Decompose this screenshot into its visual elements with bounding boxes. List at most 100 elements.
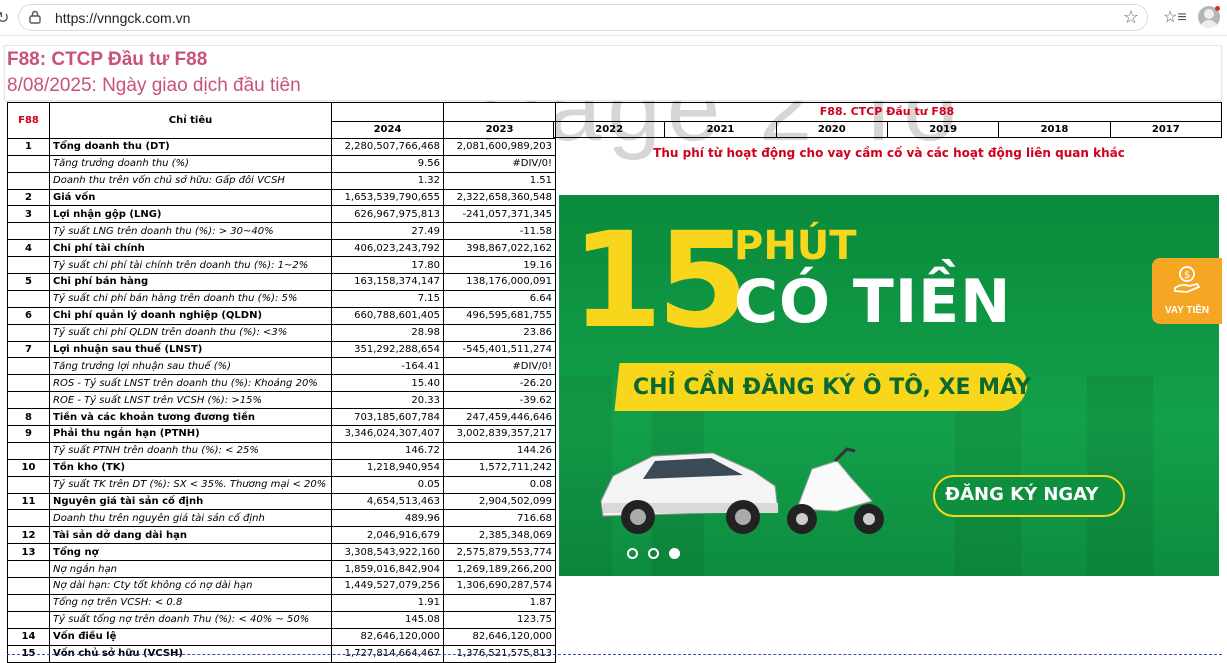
year-header-2020: 2020 [777,122,888,137]
table-row: 7 Lợi nhuận sau thuế (LNST) 351,292,288,65… [7,340,556,359]
value-2023: #DIV/0! [443,154,556,173]
year-header-2019: 2019 [888,122,1000,137]
url-text[interactable]: https://vnngck.com.vn [55,10,190,26]
value-2023: 716.68 [443,509,556,528]
page-content: F88: CTCP Đầu tư F88 8/08/2025: Ngày gia… [0,37,1227,663]
row-label: Phải thu ngắn hạn (PTNH) [49,425,332,443]
row-label: Tồn kho (TK) [49,458,332,477]
table-row: ROE - Tỷ suất LNST trên VCSH (%): >15% 20… [7,391,556,410]
carousel-dots [627,548,680,559]
row-number [7,171,50,190]
value-2024: 1.32 [331,171,444,190]
value-2023: 247,459,446,646 [443,408,556,427]
row-label: Chi phí quản lý doanh nghiệp (QLDN) [49,306,332,325]
row-number: 12 [7,526,50,545]
loan-side-label[interactable]: VAY TIỀN [1152,305,1222,316]
year-header-2023: 2023 [443,121,556,139]
value-2023: 144.26 [443,441,556,460]
value-2023: 2,904,502,099 [443,492,556,511]
year-header-2017: 2017 [1151,124,1180,135]
row-number [7,577,50,595]
value-2024: 146.72 [331,441,444,460]
row-label: Tài sản dở dang dài hạn [49,526,332,545]
row-label: Doanh thu trên vốn chủ sở hữu: Gấp đôi V… [49,171,332,190]
star-icon[interactable]: ☆ [1123,7,1139,28]
row-number: 9 [7,425,50,443]
row-label: ROE - Tỷ suất LNST trên VCSH (%): >15% [49,391,332,410]
carousel-dot-2[interactable] [648,548,659,559]
table-row: 11 Nguyên giá tài sản cố định 4,654,513,46… [7,492,556,511]
motorbike-image [787,447,884,534]
row-number [7,374,50,393]
value-2024: 3,308,543,922,160 [331,543,444,562]
value-2024: 20.33 [331,391,444,410]
value-2024: 7.15 [331,289,444,308]
promo-banner[interactable]: 15 PHÚT CÓ TIỀN CHỈ CẦN ĐĂNG KÝ Ô TÔ, XE… [559,195,1219,576]
banner-pill-text: CHỈ CẦN ĐĂNG KÝ Ô TÔ, XE MÁY [633,375,1031,400]
value-2023: 1,306,690,287,574 [443,577,556,595]
table-row: 2 Giá vốn 1,653,539,790,655 2,322,658,360,5… [7,188,556,207]
value-2023: 2,575,879,553,774 [443,543,556,562]
value-2024: 2,046,916,679 [331,526,444,545]
table-body: 1 Tổng doanh thu (DT) 2,280,507,766,468 2,0… [7,137,556,663]
row-label: Tỷ suất LNG trên doanh thu (%): > 30~40% [49,222,332,241]
carousel-dot-3[interactable] [669,548,680,559]
row-number [7,593,50,612]
row-number: 6 [7,306,50,325]
value-2024: 1.91 [331,593,444,612]
banner-number: 15 [571,204,749,358]
year-grid: F88. CTCP Đầu tư F88 2022 2021 2020 2019… [553,102,1222,138]
value-2024: 15.40 [331,374,444,393]
value-2024: 3,346,024,307,407 [331,425,444,443]
table-row: Doanh thu trên nguyên giá tài sản cố địn… [7,509,556,528]
value-2024: 406,023,243,792 [331,239,444,258]
table-row: Tỷ suất chi phí bán hàng trên doanh thu … [7,289,556,308]
table-row: Nợ dài hạn: Cty tốt không có nợ dài hạn 1… [7,577,556,595]
register-now-label[interactable]: ĐĂNG KÝ NGAY [945,484,1098,505]
value-2024: 82,646,120,000 [331,627,444,646]
table-row: 12 Tài sản dở dang dài hạn 2,046,916,679 2,… [7,526,556,545]
value-2023: 1,572,711,242 [443,458,556,477]
collections-icon[interactable]: ☆≡ [1163,7,1187,27]
row-label: ROS - Tỷ suất LNST trên doanh thu (%): K… [49,374,332,393]
value-2023: 19.16 [443,256,556,275]
row-label: Tỷ suất chi phí bán hàng trên doanh thu … [49,289,332,308]
row-label: Tỷ suất chi phí QLDN trên doanh thu (%):… [49,323,332,342]
table-row: Tăng trưởng lợi nhuận sau thuế (%) -164.4… [7,357,556,376]
row-number: 11 [7,492,50,511]
table-row: 8 Tiền và các khoản tương đương tiền 703,1… [7,408,556,427]
notification-dot [1215,6,1220,11]
car-image [600,452,779,534]
row-number [7,610,50,629]
loan-side-button[interactable]: $ VAY TIỀN [1152,258,1222,324]
row-number [7,154,50,173]
lock-icon[interactable] [29,10,41,24]
row-number [7,323,50,342]
row-number [7,357,50,376]
value-2024: 28.98 [331,323,444,342]
value-2024: 660,788,601,405 [331,306,444,325]
row-number: 1 [7,137,50,156]
ticker-header: F88 [7,102,50,139]
row-label: Tổng doanh thu (DT) [49,137,332,156]
browser-toolbar: ↻ https://vnngck.com.vn ☆ ☆≡ [0,0,1227,36]
table-row: Tỷ suất chi phí tài chính trên doanh thu… [7,256,556,275]
value-2023: -26.20 [443,374,556,393]
table-row: Tỷ suất tổng nợ trên doanh Thu (%): < 40… [7,610,556,629]
value-2023: 3,002,839,357,217 [443,425,556,443]
address-bar[interactable]: https://vnngck.com.vn ☆ [18,4,1148,31]
value-2023: 2,385,348,069 [443,526,556,545]
row-label: Lợi nhận gộp (LNG) [49,205,332,224]
table-row: Tỷ suất LNG trên doanh thu (%): > 30~40%… [7,222,556,241]
row-label: Tỷ suất TK trên DT (%): SX < 35%. Thương… [49,475,332,494]
value-2023: 123.75 [443,610,556,629]
row-number [7,289,50,308]
value-2023: 398,867,022,162 [443,239,556,258]
table-row: Tăng trưởng doanh thu (%) 9.56 #DIV/0! [7,154,556,173]
spacer-header [443,102,556,122]
year-header-2022: 2022 [554,122,666,137]
value-2024: 163,158,374,147 [331,273,444,291]
row-label: Giá vốn [49,188,332,207]
reload-icon[interactable]: ↻ [0,8,9,28]
carousel-dot-1[interactable] [627,548,638,559]
